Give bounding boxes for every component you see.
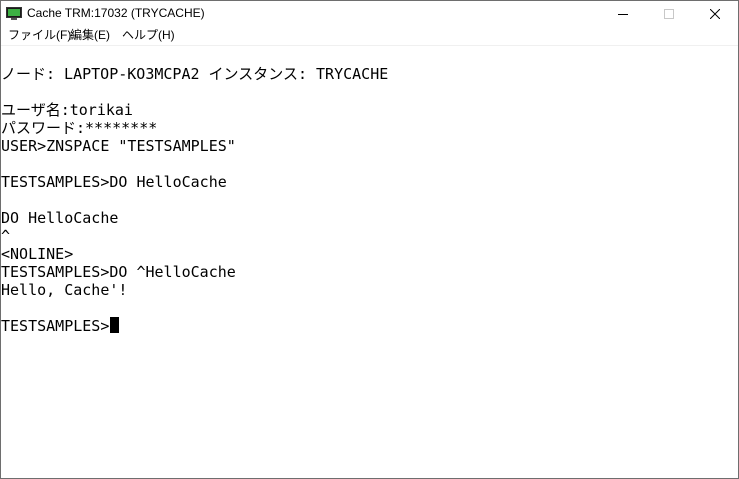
menu-file[interactable]: ファイル(F) (8, 26, 71, 45)
minimize-button[interactable] (600, 1, 646, 26)
terminal-line: ノード: LAPTOP-KO3MCPA2 インスタンス: TRYCACHE (1, 65, 389, 83)
terminal-output[interactable]: ノード: LAPTOP-KO3MCPA2 インスタンス: TRYCACHE ユー… (1, 46, 738, 478)
terminal-line: TESTSAMPLES>DO ^HelloCache (1, 263, 236, 281)
menu-edit[interactable]: 編集(E) (70, 26, 110, 45)
minimize-icon (618, 4, 628, 23)
terminal-prompt-line[interactable]: TESTSAMPLES> (1, 317, 120, 335)
terminal-window: Cache TRM:17032 (TRYCACHE) ファイル(F) 編集(E)… (0, 0, 739, 479)
menu-help[interactable]: ヘルプ(H) (122, 26, 175, 45)
window-title: Cache TRM:17032 (TRYCACHE) (27, 6, 205, 20)
terminal-line: ^ (1, 227, 11, 245)
close-button[interactable] (692, 1, 738, 26)
maximize-button[interactable] (646, 1, 692, 26)
terminal-line: TESTSAMPLES>DO HelloCache (1, 173, 227, 191)
text-cursor (110, 317, 120, 333)
terminal-line: DO HelloCache (1, 209, 119, 227)
menu-bar: ファイル(F) 編集(E) ヘルプ(H) (1, 26, 738, 46)
terminal-prompt: TESTSAMPLES> (1, 317, 110, 335)
terminal-line: ユーザ名:torikai (1, 101, 133, 119)
close-icon (709, 4, 721, 23)
terminal-line: パスワード:******** (1, 119, 158, 137)
terminal-line: <NOLINE> (1, 245, 74, 263)
terminal-line: Hello, Cache'! (1, 281, 128, 299)
terminal-app-icon[interactable] (6, 6, 22, 20)
title-bar[interactable]: Cache TRM:17032 (TRYCACHE) (1, 1, 738, 26)
maximize-icon (664, 4, 674, 23)
terminal-line: USER>ZNSPACE "TESTSAMPLES" (1, 137, 236, 155)
